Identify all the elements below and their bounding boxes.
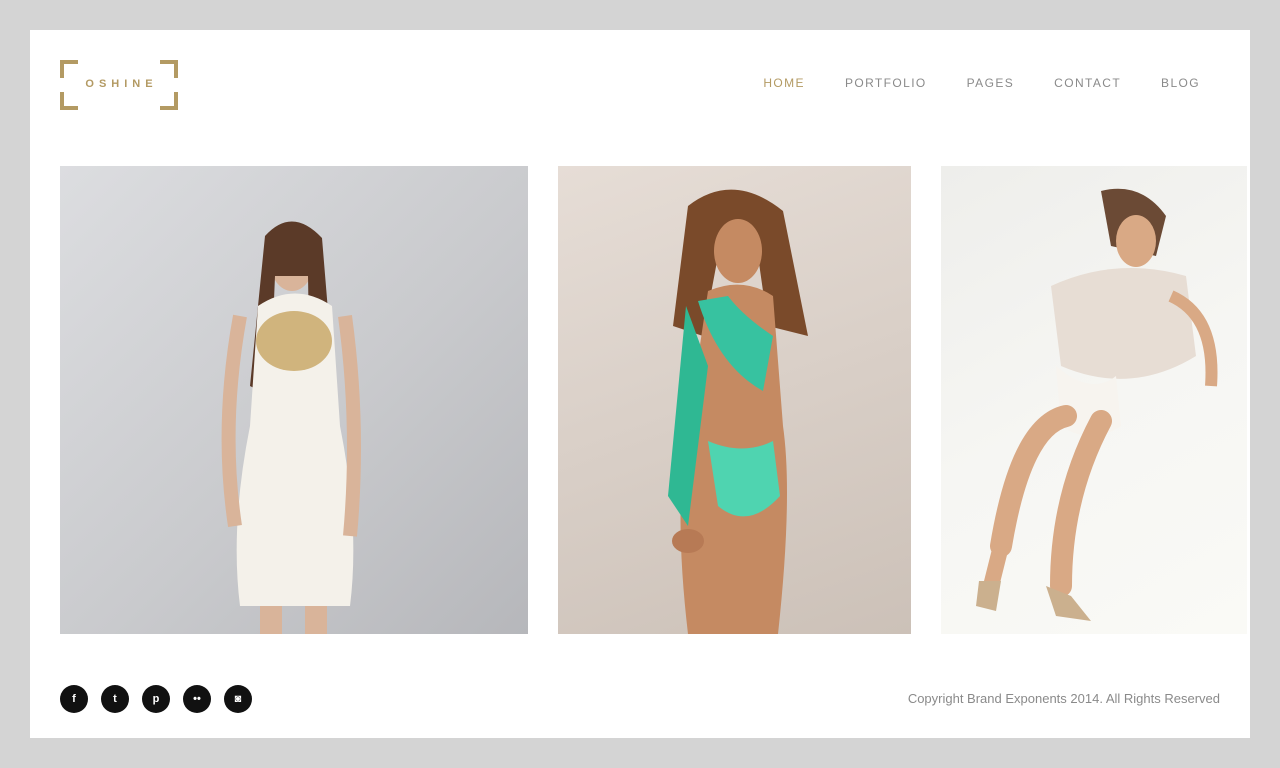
model-white-dress-photo[interactable]	[60, 166, 528, 634]
pinterest-icon[interactable]: p	[142, 685, 170, 713]
social-links: f t p •• ◙	[60, 685, 252, 713]
nav-item-pages[interactable]: PAGES	[967, 76, 1014, 90]
model-reclining-heels-photo[interactable]	[941, 166, 1247, 634]
logo-corner	[160, 92, 178, 110]
page-frame: OSHINE HOME PORTFOLIO PAGES CONTACT BLOG	[30, 30, 1250, 738]
twitter-icon[interactable]: t	[101, 685, 129, 713]
facebook-icon[interactable]: f	[60, 685, 88, 713]
nav-item-contact[interactable]: CONTACT	[1054, 76, 1121, 90]
site-logo[interactable]: OSHINE	[60, 60, 178, 110]
nav-item-blog[interactable]: BLOG	[1161, 76, 1200, 90]
nav-item-portfolio[interactable]: PORTFOLIO	[845, 76, 927, 90]
logo-corner	[60, 60, 78, 78]
nav-item-home[interactable]: HOME	[763, 76, 805, 90]
logo-text: OSHINE	[85, 78, 158, 90]
copyright-text: Copyright Brand Exponents 2014. All Righ…	[907, 691, 1220, 706]
main-nav: HOME PORTFOLIO PAGES CONTACT BLOG	[763, 76, 1200, 90]
instagram-icon[interactable]: ◙	[224, 685, 252, 713]
logo-corner	[60, 92, 78, 110]
flickr-icon[interactable]: ••	[183, 685, 211, 713]
model-green-swimsuit-photo[interactable]	[558, 166, 911, 634]
logo-corner	[160, 60, 178, 78]
